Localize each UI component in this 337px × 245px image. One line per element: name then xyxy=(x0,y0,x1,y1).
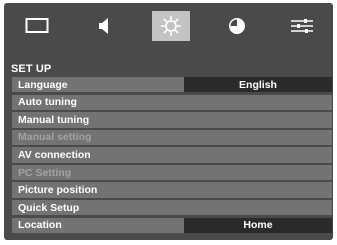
menu-item-picture-position[interactable]: Picture position xyxy=(12,182,332,198)
menu-item-pc-setting: PC Setting xyxy=(12,164,332,181)
menu-item-label: Language xyxy=(18,78,68,91)
location-value[interactable]: Home xyxy=(184,217,332,234)
tab-picture[interactable] xyxy=(18,11,56,41)
language-value[interactable]: English xyxy=(184,77,332,93)
menu-item-label: Manual tuning xyxy=(18,113,90,126)
tab-options[interactable] xyxy=(283,11,321,41)
menu-item-manual-tuning[interactable]: Manual tuning xyxy=(12,112,332,128)
tv-menu-screen: SET UP Language English Auto tuning Manu… xyxy=(4,3,333,240)
menu-item-quick-setup[interactable]: Quick Setup xyxy=(12,200,332,216)
menu-tab-bar xyxy=(4,3,333,47)
tab-setup[interactable] xyxy=(152,11,190,41)
setup-menu-list: Language English Auto tuning Manual tuni… xyxy=(12,77,332,235)
timer-clock-icon xyxy=(229,18,245,34)
menu-item-label: Location xyxy=(18,219,62,232)
picture-icon xyxy=(25,18,49,33)
menu-item-manual-setting: Manual setting xyxy=(12,129,332,146)
menu-item-location[interactable]: Location Home xyxy=(12,217,332,234)
menu-item-av-connection[interactable]: AV connection xyxy=(12,147,332,163)
menu-item-label: AV connection xyxy=(18,149,91,161)
tab-sound[interactable] xyxy=(85,11,123,41)
menu-item-label: Quick Setup xyxy=(18,201,80,214)
setup-gear-icon xyxy=(160,15,182,37)
options-sliders-icon xyxy=(291,19,313,33)
sound-icon xyxy=(99,18,108,34)
menu-item-label: Manual setting xyxy=(18,131,92,144)
menu-item-label: PC Setting xyxy=(18,166,72,179)
tab-timer[interactable] xyxy=(218,11,256,41)
menu-item-auto-tuning[interactable]: Auto tuning xyxy=(12,94,332,110)
menu-item-label: Picture position xyxy=(18,184,98,197)
menu-item-language[interactable]: Language English xyxy=(12,77,332,93)
section-title: SET UP xyxy=(11,63,52,75)
menu-item-label: Auto tuning xyxy=(18,96,77,109)
